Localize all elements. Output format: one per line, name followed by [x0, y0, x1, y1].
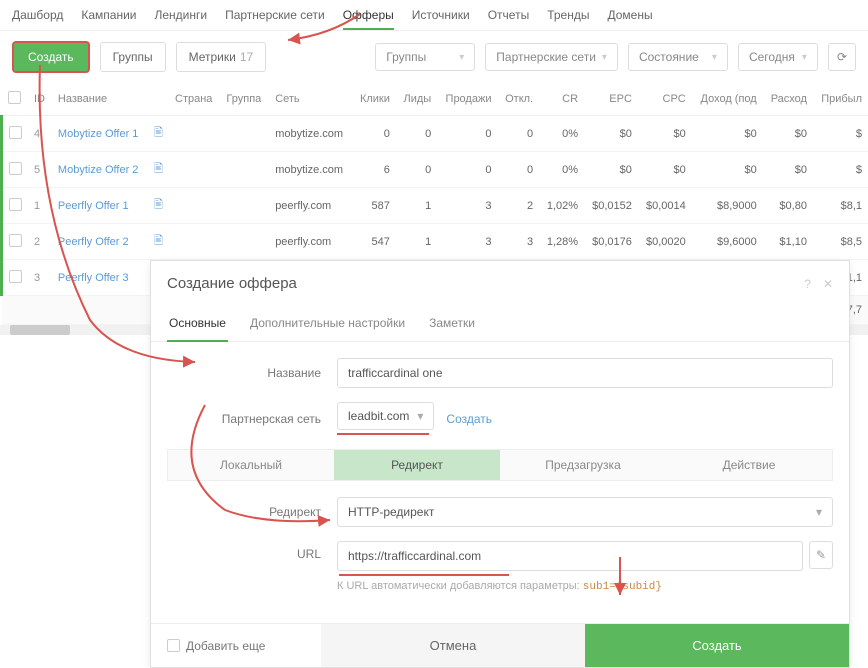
url-edit-button[interactable]: ✎: [809, 541, 833, 569]
type-segments: Локальный Редирект Предзагрузка Действие: [167, 449, 833, 481]
metrics-button[interactable]: Метрики17: [176, 42, 267, 72]
add-more-label: Добавить еще: [186, 639, 265, 653]
seg-preload[interactable]: Предзагрузка: [500, 450, 666, 480]
col-id[interactable]: ID: [28, 83, 52, 116]
row-network: mobytize.com: [269, 116, 352, 152]
row-checkbox[interactable]: [9, 270, 22, 283]
note-icon[interactable]: 🖹: [154, 235, 163, 247]
col-leads[interactable]: Лиды: [396, 83, 437, 116]
filter-networks[interactable]: Партнерские сети▾: [485, 43, 618, 71]
col-cost[interactable]: Расход: [763, 83, 813, 116]
col-sales[interactable]: Продажи: [437, 83, 497, 116]
tab-advanced[interactable]: Дополнительные настройки: [248, 306, 407, 341]
nav-campaigns[interactable]: Кампании: [81, 8, 136, 22]
nav-domains[interactable]: Домены: [607, 8, 652, 22]
nav-dashboard[interactable]: Дашборд: [12, 8, 63, 22]
url-input[interactable]: [337, 541, 803, 571]
submit-button[interactable]: Создать: [585, 624, 849, 667]
col-epc[interactable]: EPC: [584, 83, 638, 116]
table-row[interactable]: 2Peerfly Offer 2🖹peerfly.com5471331,28%$…: [2, 224, 868, 260]
col-revenue[interactable]: Доход (под: [692, 83, 763, 116]
refresh-icon: ⟳: [837, 50, 847, 64]
row-checkbox[interactable]: [9, 162, 22, 175]
url-hint: К URL автоматически добавляются параметр…: [337, 580, 803, 593]
label-url: URL: [167, 547, 337, 561]
nav-networks[interactable]: Партнерские сети: [225, 8, 325, 22]
cancel-button[interactable]: Отмена: [321, 624, 585, 667]
nav-landings[interactable]: Лендинги: [155, 8, 208, 22]
create-button[interactable]: Создать: [12, 41, 90, 73]
create-offer-modal: Создание оффера ? ✕ Основные Дополнитель…: [150, 260, 850, 668]
table-row[interactable]: 1Peerfly Offer 1🖹peerfly.com5871321,02%$…: [2, 188, 868, 224]
edit-icon: ✎: [816, 548, 826, 562]
filter-groups[interactable]: Группы▾: [375, 43, 475, 71]
label-redirect: Редирект: [167, 505, 337, 519]
seg-local[interactable]: Локальный: [168, 450, 334, 480]
nav-reports[interactable]: Отчеты: [488, 8, 529, 22]
network-select[interactable]: leadbit.com▾: [337, 402, 434, 430]
col-reject[interactable]: Откл.: [497, 83, 539, 116]
network-create-link[interactable]: Создать: [446, 412, 492, 426]
nav-trends[interactable]: Тренды: [547, 8, 589, 22]
row-name-link[interactable]: Mobytize Offer 2: [58, 164, 139, 176]
close-icon[interactable]: ✕: [823, 277, 833, 291]
tab-main[interactable]: Основные: [167, 306, 228, 342]
col-clicks[interactable]: Клики: [352, 83, 396, 116]
row-id: 3: [28, 260, 52, 296]
row-name-link[interactable]: Mobytize Offer 1: [58, 128, 139, 140]
nav-sources[interactable]: Источники: [412, 8, 470, 22]
col-profit[interactable]: Прибыл: [813, 83, 868, 116]
row-network: peerfly.com: [269, 224, 352, 260]
chevron-down-icon: ▾: [816, 505, 822, 519]
seg-action[interactable]: Действие: [666, 450, 832, 480]
filter-period[interactable]: Сегодня▾: [738, 43, 818, 71]
col-group[interactable]: Группа: [220, 83, 269, 116]
label-name: Название: [167, 366, 337, 380]
row-checkbox[interactable]: [9, 234, 22, 247]
row-id: 1: [28, 188, 52, 224]
col-network[interactable]: Сеть: [269, 83, 352, 116]
nav-offers[interactable]: Офферы: [343, 8, 394, 30]
row-checkbox[interactable]: [9, 126, 22, 139]
chevron-down-icon: ▾: [802, 52, 807, 63]
col-cpc[interactable]: CPC: [638, 83, 692, 116]
table-row[interactable]: 5Mobytize Offer 2🖹mobytize.com60000%$0$0…: [2, 152, 868, 188]
redirect-select[interactable]: HTTP-редирект▾: [337, 497, 833, 527]
row-network: peerfly.com: [269, 188, 352, 224]
seg-redirect[interactable]: Редирект: [334, 450, 500, 480]
select-all-checkbox[interactable]: [8, 91, 21, 104]
groups-button[interactable]: Группы: [100, 42, 166, 72]
row-checkbox[interactable]: [9, 198, 22, 211]
name-input[interactable]: [337, 358, 833, 388]
chevron-down-icon: ▾: [602, 52, 607, 63]
row-name-link[interactable]: Peerfly Offer 3: [58, 272, 129, 284]
modal-title: Создание оффера: [167, 275, 297, 292]
label-network: Партнерская сеть: [167, 412, 337, 426]
row-name-link[interactable]: Peerfly Offer 2: [58, 236, 129, 248]
col-name[interactable]: Название: [52, 83, 148, 116]
tab-notes[interactable]: Заметки: [427, 306, 477, 341]
note-icon[interactable]: 🖹: [154, 127, 163, 139]
note-icon[interactable]: 🖹: [154, 163, 163, 175]
chevron-down-icon: ▾: [712, 52, 717, 63]
chevron-down-icon: ▾: [417, 409, 423, 423]
chevron-down-icon: ▾: [459, 52, 464, 63]
help-icon[interactable]: ?: [804, 277, 811, 291]
filter-state[interactable]: Состояние▾: [628, 43, 728, 71]
refresh-button[interactable]: ⟳: [828, 43, 856, 71]
row-name-link[interactable]: Peerfly Offer 1: [58, 200, 129, 212]
row-id: 2: [28, 224, 52, 260]
row-id: 4: [28, 116, 52, 152]
table-row[interactable]: 4Mobytize Offer 1🖹mobytize.com00000%$0$0…: [2, 116, 868, 152]
add-more-checkbox[interactable]: [167, 639, 180, 652]
row-network: mobytize.com: [269, 152, 352, 188]
col-country[interactable]: Страна: [169, 83, 220, 116]
col-cr[interactable]: CR: [539, 83, 584, 116]
note-icon[interactable]: 🖹: [154, 199, 163, 211]
row-id: 5: [28, 152, 52, 188]
